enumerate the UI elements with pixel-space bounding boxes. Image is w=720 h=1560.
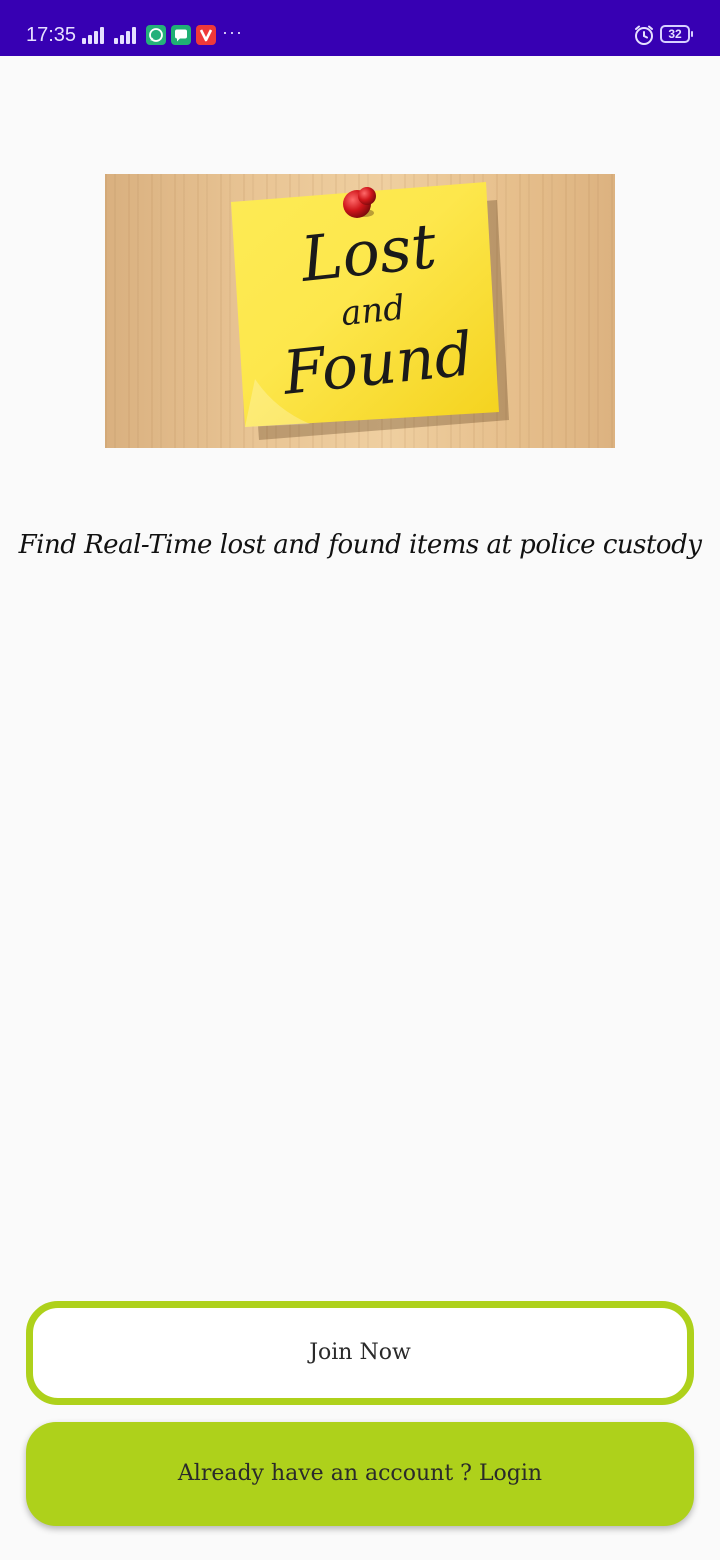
join-now-button[interactable]: Join Now: [26, 1301, 694, 1405]
login-button[interactable]: Already have an account ? Login: [26, 1422, 694, 1526]
signal-strength-icon: [82, 26, 106, 44]
vivaldi-icon: [196, 25, 216, 45]
note-text-lost: Lost: [297, 209, 440, 296]
status-time: 17:35: [26, 24, 77, 46]
lost-and-found-banner: Lost and Found: [105, 174, 615, 448]
status-bar: 17:35 ··· 32: [0, 0, 720, 56]
note-text-found: Found: [279, 319, 477, 409]
note-text-and: and: [339, 287, 407, 335]
messages-icon: [171, 25, 191, 45]
signal-strength-icon-2: [114, 26, 138, 44]
alarm-icon: [633, 24, 655, 46]
more-notifications-icon: ···: [222, 22, 243, 42]
tagline: Find Real-Time lost and found items at p…: [18, 530, 702, 560]
battery-icon: 32: [660, 25, 693, 43]
whatsapp-icon: [146, 25, 166, 45]
